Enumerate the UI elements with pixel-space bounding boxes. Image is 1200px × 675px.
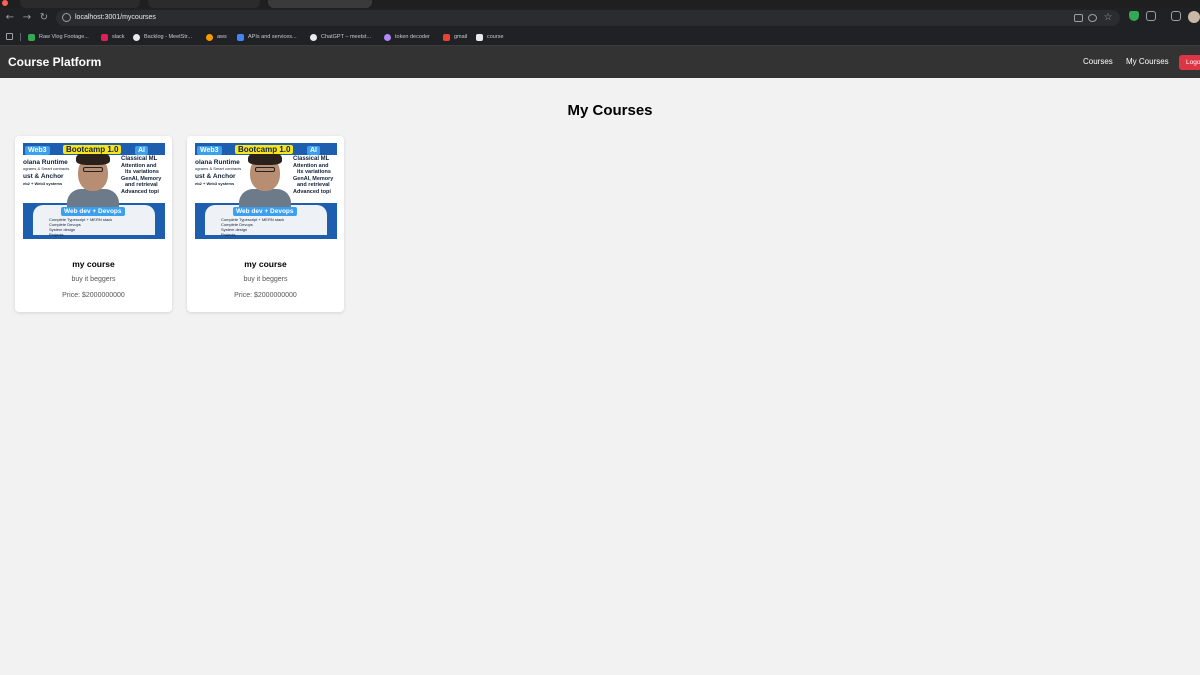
site-info-icon[interactable] [62,13,71,22]
bookmark-separator [20,33,21,41]
thumbnail-text: Advanced topi [293,189,331,195]
shield-extension-icon[interactable] [1129,11,1139,21]
brand-title[interactable]: Course Platform [8,54,101,70]
github-icon [133,33,140,41]
browser-tab-strip [0,0,1200,8]
thumbnail-text: ust & Anchor [195,173,236,180]
bookmark-star-icon[interactable]: ☆ [1101,11,1115,25]
thumbnail-text: and retrieval [125,182,158,188]
browser-tab-active[interactable] [268,0,372,8]
web3-tag: Web3 [25,146,50,155]
webdev-tag: Web dev + Devops [61,207,125,216]
course-card[interactable]: Bootcamp 1.0 Web3 AI olana Runtime ogram… [187,136,344,312]
address-bar-url[interactable]: localhost:3001/mycourses [75,12,156,24]
bootcamp-badge: Bootcamp 1.0 [235,145,294,154]
jwt-icon [384,33,391,41]
thumbnail-text: olana Runtime [195,159,240,166]
thumbnail-text: its variations [125,169,159,175]
nav-link-my-courses[interactable]: My Courses [1126,56,1169,68]
thumbnail-text: ograms & Smart contracts [195,166,242,171]
thumbnail-text: Projects [49,232,64,237]
course-description: buy it beggers [71,276,116,283]
bookmark-item[interactable]: token decoder [384,32,430,42]
drive-icon [28,33,35,41]
bookmark-item[interactable]: APIs and services... [237,32,297,42]
bookmark-item[interactable]: Raw Vlog Footage... [28,32,89,42]
window-close-icon[interactable] [2,0,8,6]
install-app-icon[interactable] [1074,14,1083,22]
thumbnail-text: Advanced topi [121,189,159,195]
gmail-icon [443,33,450,41]
api-icon [237,33,244,41]
instructor-glasses [83,167,103,172]
instructor-body [239,189,291,207]
thumbnail-text: Classical ML [121,156,158,162]
extensions-puzzle-icon[interactable] [1146,11,1156,21]
browser-toolbar: ← → ↻ localhost:3001/mycourses ☆ [0,8,1200,28]
course-card[interactable]: Bootcamp 1.0 Web3 AI olana Runtime ogram… [15,136,172,312]
browser-tab[interactable] [148,0,260,8]
instructor-glasses [255,167,275,172]
course-title: my course [244,259,287,269]
bookmark-item[interactable]: ChatGPT – meetst... [310,32,371,42]
bootcamp-badge: Bootcamp 1.0 [63,145,122,154]
back-arrow-icon[interactable]: ← [3,11,17,25]
ai-tag: AI [307,146,320,155]
webdev-tag: Web dev + Devops [233,207,297,216]
thumbnail-text: eb2 + Web3 systems [195,181,235,186]
bookmarks-bar: Raw Vlog Footage... slack Backlog - Meet… [0,28,1200,46]
course-thumbnail: Bootcamp 1.0 Web3 AI olana Runtime ogram… [195,143,337,239]
reload-icon[interactable]: ↻ [37,11,51,25]
web3-tag: Web3 [197,146,222,155]
thumbnail-text: its variations [297,169,331,175]
aws-icon [206,33,213,41]
forward-arrow-icon[interactable]: → [20,11,34,25]
app-navbar: Course Platform Courses My Courses Logou… [0,46,1200,78]
browser-tab[interactable] [20,0,140,8]
logout-button[interactable]: Logout [1179,55,1200,70]
chatgpt-icon [310,33,317,41]
thumbnail-text: Classical ML [293,156,330,162]
thumbnail-text: Projects [221,232,236,237]
bookmark-item[interactable]: Backlog - MeetStr... [133,32,192,42]
bookmark-item[interactable]: gmail [443,32,467,42]
course-price: Price: $2000000000 [234,292,297,299]
thumbnail-text: ograms & Smart contracts [23,166,70,171]
thumbnail-text: olana Runtime [23,159,68,166]
thumbnail-text: eb2 + Web3 systems [23,181,63,186]
nav-link-courses[interactable]: Courses [1083,56,1113,68]
reading-list-icon[interactable] [1171,11,1181,21]
course-description: buy it beggers [243,276,288,283]
page-icon [476,33,483,41]
course-title: my course [72,259,115,269]
bookmark-item[interactable]: course [476,32,504,42]
thumbnail-text: ust & Anchor [23,173,64,180]
password-key-icon[interactable] [1088,14,1097,22]
ai-tag: AI [135,146,148,155]
bookmark-item[interactable]: slack [101,32,125,42]
course-price: Price: $2000000000 [62,292,125,299]
apps-grid-icon[interactable] [6,33,13,40]
profile-avatar-icon[interactable] [1188,11,1200,23]
slack-icon [101,33,108,41]
address-bar[interactable]: localhost:3001/mycourses ☆ [56,10,1120,26]
page-title: My Courses [567,102,653,119]
thumbnail-text: and retrieval [297,182,330,188]
instructor-body [67,189,119,207]
bookmark-item[interactable]: aws [206,32,227,42]
course-thumbnail: Bootcamp 1.0 Web3 AI olana Runtime ogram… [23,143,165,239]
